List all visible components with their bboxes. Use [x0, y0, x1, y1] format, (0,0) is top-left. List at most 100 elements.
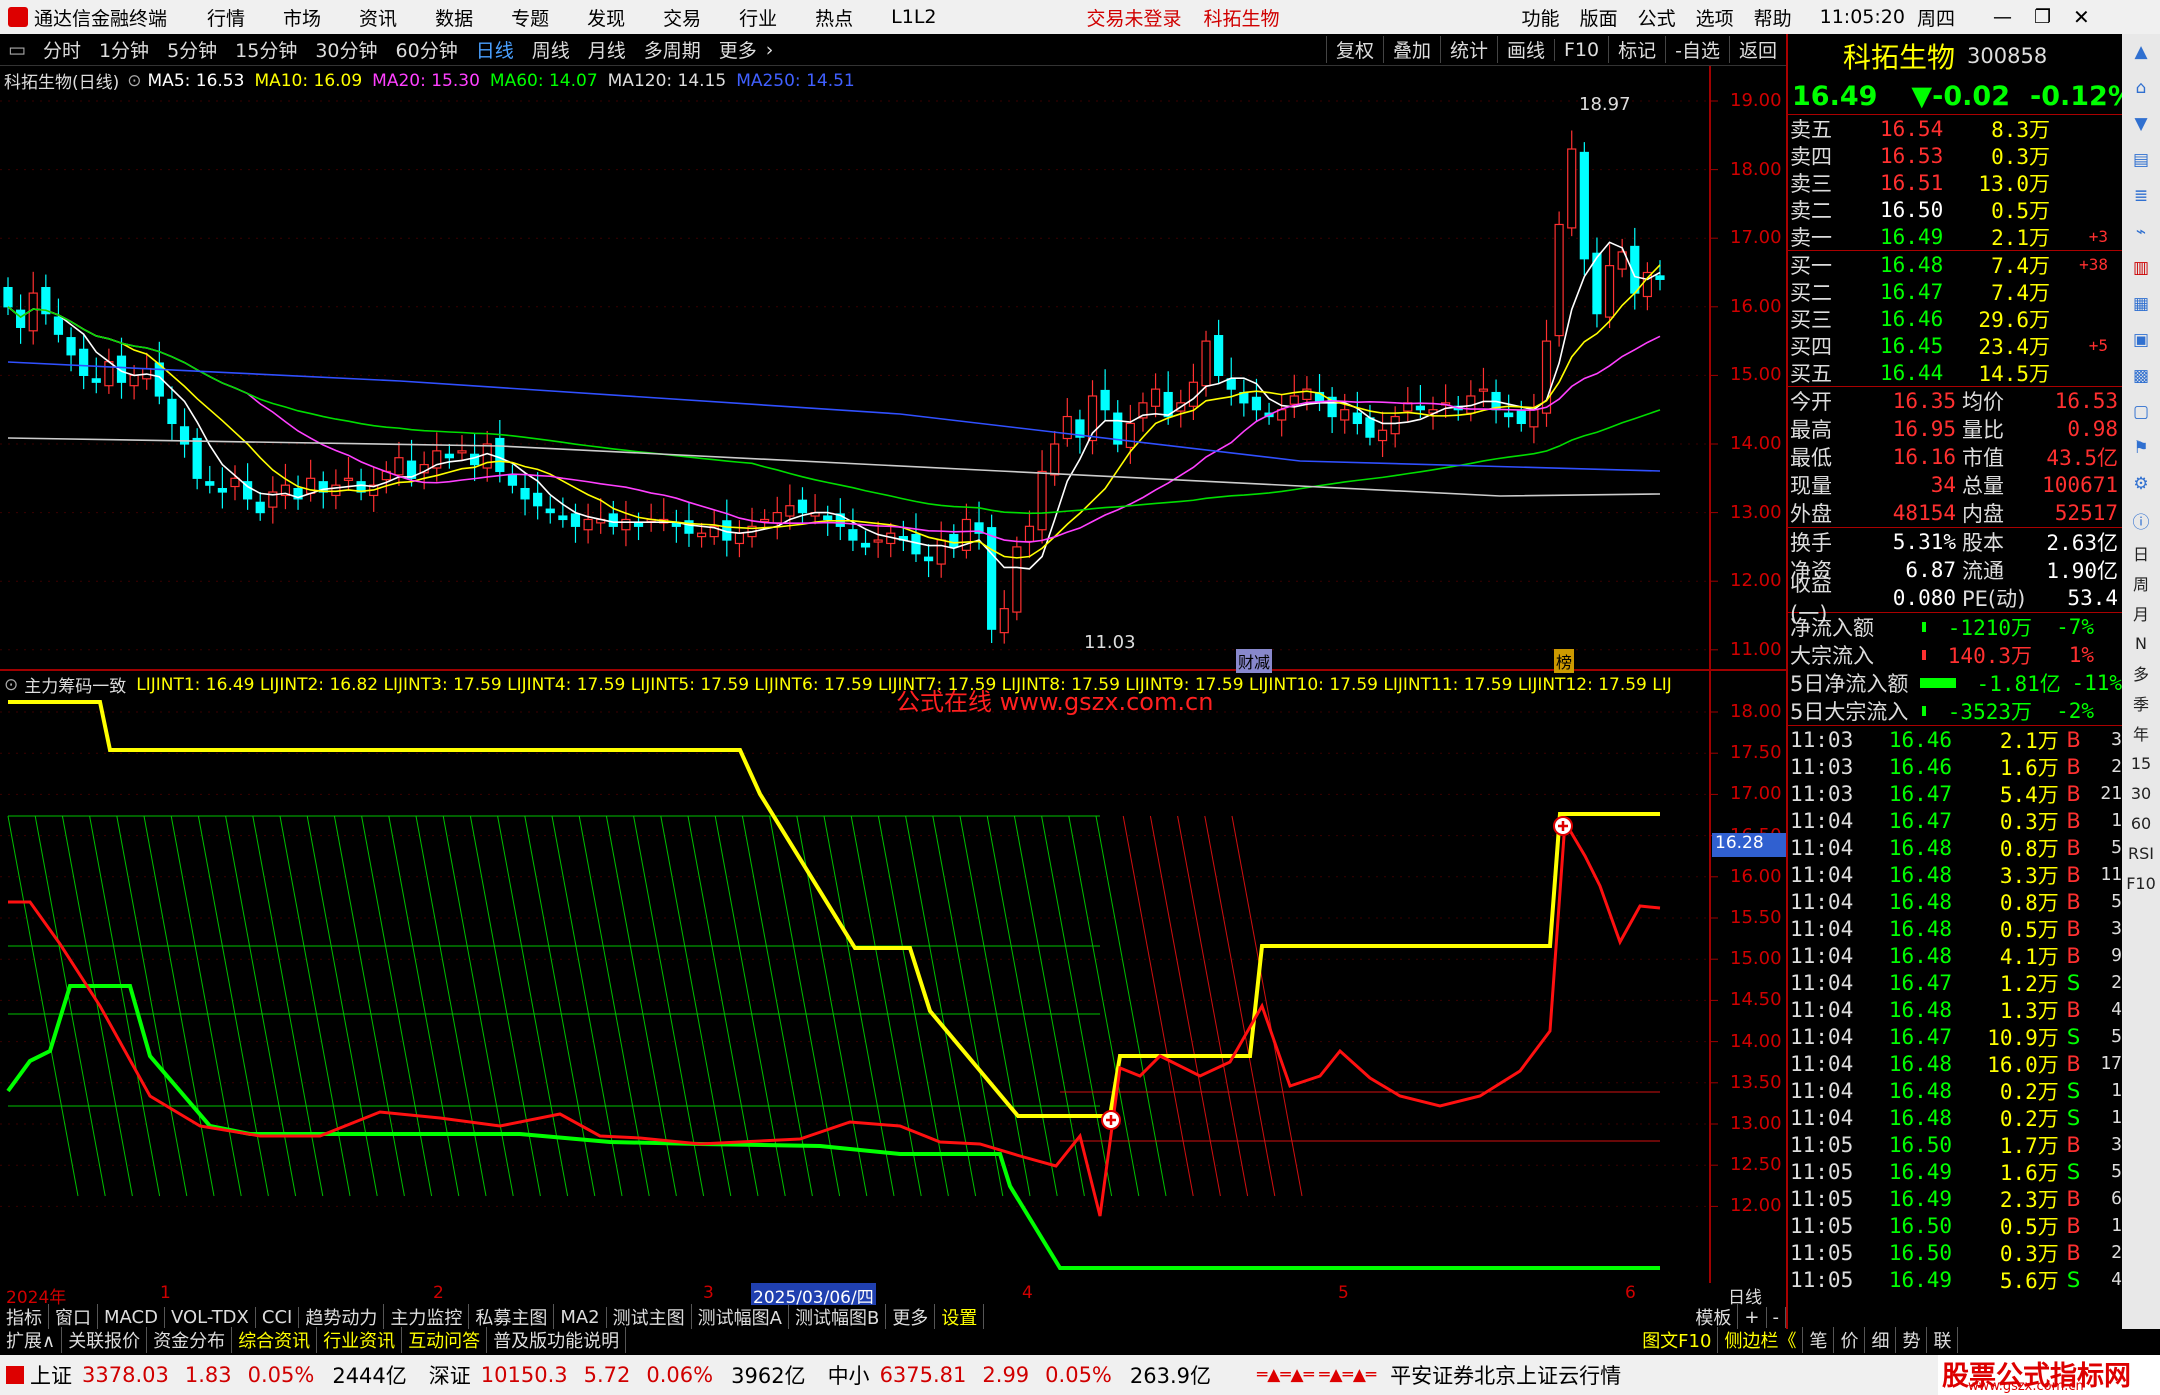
sidebar-grid-icon[interactable]: ▩ [2122, 358, 2160, 394]
sidebar-item-8[interactable]: 30 [2122, 778, 2160, 808]
menu-item-8[interactable]: 热点 [815, 4, 853, 31]
sidebar-list-icon[interactable]: ≣ [2122, 178, 2160, 214]
extension-right-4[interactable]: 细 [1865, 1327, 1897, 1353]
chart-button-2[interactable]: 统计 [1439, 36, 1497, 63]
ma-settings-icon[interactable]: ⊙ [127, 71, 141, 91]
extension-tab-5[interactable]: 互动问答 [402, 1327, 488, 1353]
period-tab-5[interactable]: 60分钟 [387, 36, 467, 63]
sidebar-item-4[interactable]: 多 [2122, 658, 2160, 688]
sidebar-item-3[interactable]: N [2122, 628, 2160, 658]
indicator-tab-10[interactable]: 测试幅图A [692, 1304, 789, 1330]
chart-button-7[interactable]: 返回 [1728, 36, 1786, 63]
marker-cai[interactable]: 财减 [1236, 649, 1273, 673]
chart-button-1[interactable]: 叠加 [1382, 36, 1440, 63]
menu-item-1[interactable]: 市场 [283, 4, 321, 31]
tabbar-right-2[interactable]: - [1767, 1306, 1786, 1328]
menu-item-6[interactable]: 交易 [663, 4, 701, 31]
extension-right-3[interactable]: 价 [1834, 1327, 1866, 1353]
sidebar-item-2[interactable]: 月 [2122, 598, 2160, 628]
sidebar-item-5[interactable]: 季 [2122, 688, 2160, 718]
right-menu-2[interactable]: 公式 [1638, 4, 1676, 31]
index-0[interactable]: 上证 3378.03 1.83 0.05% 2444亿 [30, 1360, 407, 1390]
sidebar-kline-icon[interactable]: ▥ [2122, 250, 2160, 286]
sidebar-item-0[interactable]: 日 [2122, 538, 2160, 568]
menu-item-0[interactable]: 行情 [207, 4, 245, 31]
extension-right-2[interactable]: 笔 [1803, 1327, 1835, 1353]
tabbar-right-1[interactable]: + [1738, 1306, 1767, 1328]
sidebar-item-6[interactable]: 年 [2122, 718, 2160, 748]
chart-button-4[interactable]: F10 [1554, 38, 1608, 61]
index-2[interactable]: 中小 6375.81 2.99 0.05% 263.9亿 [828, 1360, 1211, 1390]
sidebar-home-icon[interactable]: ⌂ [2122, 70, 2160, 106]
period-tabs: 分时 1分钟 5分钟 15分钟 30分钟 60分钟 日线 周线 月线 多周期 更多 › [34, 36, 773, 63]
sidebar-fund-icon[interactable]: ▣ [2122, 322, 2160, 358]
marker-bang[interactable]: 榜 [1554, 649, 1575, 673]
extension-tab-0[interactable]: 扩展∧ [0, 1327, 63, 1353]
indicator-tab-3[interactable]: VOL-TDX [165, 1306, 256, 1328]
indicator-tab-11[interactable]: 测试幅图B [789, 1304, 887, 1330]
sidebar-settings-icon[interactable]: ⚙ [2122, 466, 2160, 502]
close-button[interactable]: ✕ [2073, 5, 2090, 29]
chart-area[interactable]: 科拓生物(日线) ⊙ MA5: 16.53 MA10: 16.09 MA20: 15… [0, 66, 1786, 1308]
extension-tab-4[interactable]: 行业资讯 [317, 1327, 403, 1353]
period-tab-3[interactable]: 15分钟 [226, 36, 306, 63]
menu-item-2[interactable]: 资讯 [359, 4, 397, 31]
minimize-button[interactable]: — [1993, 6, 2012, 28]
sidebar-trend-icon[interactable]: ⌁ [2122, 214, 2160, 250]
period-tab-8[interactable]: 月线 [579, 36, 635, 63]
indicator-tab-13[interactable]: 设置 [935, 1304, 985, 1330]
sidebar-item-9[interactable]: 60 [2122, 808, 2160, 838]
extension-right-0[interactable]: 图文F10 [1636, 1327, 1719, 1353]
tick-list[interactable]: 11:03 16.46 2.1万 B 3 11:03 16.46 1.6万 B 2 11:03 16.… [1788, 726, 2122, 1293]
sidebar-table-icon[interactable]: ▦ [2122, 286, 2160, 322]
collapse-icon[interactable]: ▭ [0, 39, 34, 61]
more-chevron-icon[interactable]: › [766, 39, 774, 61]
menu-item-3[interactable]: 数据 [435, 4, 473, 31]
period-tab-1[interactable]: 1分钟 [90, 36, 158, 63]
extension-tab-1[interactable]: 关联报价 [62, 1327, 148, 1353]
period-tab-10[interactable]: 更多 [710, 36, 766, 63]
right-menu-0[interactable]: 功能 [1522, 4, 1560, 31]
chart-button-5[interactable]: 标记 [1608, 36, 1665, 63]
sidebar-chart-icon[interactable]: ▤ [2122, 142, 2160, 178]
period-tab-6[interactable]: 日线 [467, 36, 523, 63]
sidebar-item-7[interactable]: 15 [2122, 748, 2160, 778]
login-status[interactable]: 交易未登录 [1087, 4, 1182, 31]
right-menu-1[interactable]: 版面 [1580, 4, 1618, 31]
period-tab-4[interactable]: 30分钟 [306, 36, 386, 63]
chart-button-0[interactable]: 复权 [1325, 36, 1383, 63]
extension-right-5[interactable]: 势 [1896, 1327, 1928, 1353]
period-tab-2[interactable]: 5分钟 [158, 36, 226, 63]
indicator-tab-12[interactable]: 更多 [886, 1304, 936, 1330]
menu-item-9[interactable]: L1L2 [891, 6, 936, 28]
indicator-tab-2[interactable]: MACD [98, 1306, 165, 1328]
menu-item-7[interactable]: 行业 [739, 4, 777, 31]
menu-item-4[interactable]: 专题 [511, 4, 549, 31]
extension-right-1[interactable]: 侧边栏《 [1718, 1327, 1804, 1353]
sidebar-flag-icon[interactable]: ⚑ [2122, 430, 2160, 466]
extension-right-6[interactable]: 联 [1927, 1327, 1959, 1353]
period-tab-7[interactable]: 周线 [523, 36, 579, 63]
period-tab-9[interactable]: 多周期 [635, 36, 710, 63]
restore-button[interactable]: ❐ [2034, 6, 2051, 28]
extension-tab-2[interactable]: 资金分布 [147, 1327, 233, 1353]
sidebar-up-icon[interactable]: ▲ [2122, 34, 2160, 70]
sidebar-item-11[interactable]: F10 [2122, 868, 2160, 898]
chart-button-6[interactable]: -自选 [1665, 36, 1729, 63]
indicator-settings-icon[interactable]: ⊙ [4, 675, 18, 695]
sidebar-doc-icon[interactable]: ▢ [2122, 394, 2160, 430]
extension-tab-6[interactable]: 普及版功能说明 [487, 1327, 627, 1353]
sidebar-item-10[interactable]: RSI [2122, 838, 2160, 868]
sidebar-down-icon[interactable]: ▼ [2122, 106, 2160, 142]
index-1[interactable]: 深证 10150.3 5.72 0.06% 3962亿 [429, 1360, 806, 1390]
sidebar-info-icon[interactable]: ⓘ [2122, 502, 2160, 538]
period-tab-0[interactable]: 分时 [34, 36, 90, 63]
indicator-tab-8[interactable]: MA2 [554, 1306, 607, 1328]
right-menu-3[interactable]: 选项 [1696, 4, 1734, 31]
chart-button-3[interactable]: 画线 [1496, 36, 1554, 63]
menu-item-5[interactable]: 发现 [587, 4, 625, 31]
indicator-tab-4[interactable]: CCI [256, 1306, 300, 1328]
sidebar-item-1[interactable]: 周 [2122, 568, 2160, 598]
extension-tab-3[interactable]: 综合资讯 [232, 1327, 318, 1353]
right-menu-4[interactable]: 帮助 [1754, 4, 1792, 31]
